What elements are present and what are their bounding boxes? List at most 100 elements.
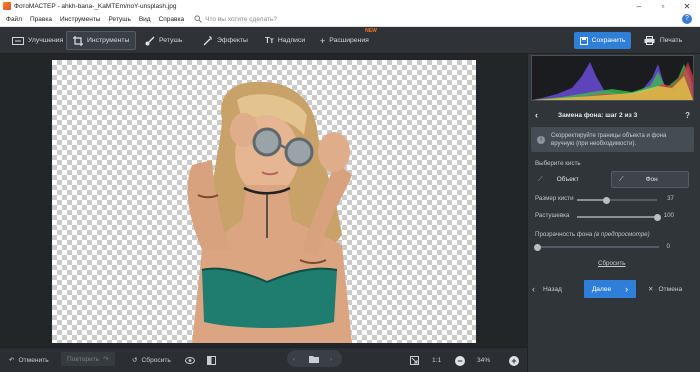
chevron-right-icon: › — [625, 284, 629, 294]
tab-retouch[interactable]: Ретушь — [139, 31, 188, 50]
transparency-label: Прозрачность фона — [535, 231, 593, 238]
menu-file[interactable]: Файл — [6, 16, 22, 23]
brush-icon — [145, 36, 155, 45]
tab-label: Эффекты — [217, 37, 248, 44]
tab-label: Улучшения — [28, 37, 64, 44]
back-chevron-icon[interactable]: ‹ — [535, 110, 538, 120]
feather-value: 100 — [663, 212, 674, 219]
transparency-label-row: Прозрачность фона (в предпросмотре) — [535, 231, 650, 238]
info-box: i Скорректируйте границы объекта и фона … — [531, 127, 694, 152]
feather-fill — [577, 216, 657, 218]
tab-label: Надписи — [277, 37, 306, 44]
tab-enhancements[interactable]: Улучшения — [6, 31, 69, 50]
folder-icon[interactable] — [309, 352, 319, 366]
brush-label: Выберите кисть — [535, 160, 581, 167]
hint-question-icon[interactable]: ? — [685, 111, 690, 120]
reset-button[interactable]: ↺ Сбросить — [132, 353, 171, 367]
text-icon: Tт — [265, 36, 274, 45]
zoom-in-icon[interactable]: + — [509, 356, 519, 366]
print-label: Печать — [659, 37, 683, 44]
brush-minus-icon: ⟋ — [619, 175, 624, 183]
actual-size-button[interactable]: 1:1 — [432, 353, 441, 367]
brush-background-button[interactable]: ⟋ Фон — [611, 171, 689, 188]
feather-label: Растушевка — [535, 212, 570, 219]
step-title: Замена фона: шаг 2 из 3 — [558, 111, 638, 119]
minimize-icon[interactable]: – — [628, 0, 650, 12]
histogram — [531, 55, 694, 101]
cancel-button[interactable]: ✕ Отмена — [648, 282, 682, 296]
next-label: Далее — [591, 285, 612, 293]
search-icon — [194, 15, 202, 23]
reset-link[interactable]: Сбросить — [598, 260, 626, 267]
info-text-line-1: Скорректируйте границы объекта и фона — [551, 132, 667, 139]
chevron-left-icon: ‹ — [532, 284, 535, 294]
printer-icon — [644, 36, 655, 45]
crop-icon — [73, 35, 83, 46]
transparency-slider[interactable] — [533, 243, 659, 251]
save-label: Сохранить — [591, 37, 626, 44]
size-slider[interactable] — [577, 196, 657, 204]
menu-retouch[interactable]: Ретушь — [108, 16, 130, 23]
next-button[interactable]: Далее › — [584, 280, 636, 298]
brush-object-button[interactable]: ⟋ Объект — [533, 171, 610, 188]
tab-label: Расширения — [329, 37, 369, 44]
close-x-icon: ✕ — [648, 286, 654, 293]
undo-icon: ↶ — [9, 357, 15, 364]
menu-bar: Файл Правка Инструменты Ретушь Вид Справ… — [0, 12, 700, 27]
transparency-slider-handle[interactable] — [533, 243, 541, 251]
compare-icon[interactable] — [207, 353, 216, 367]
tab-captions[interactable]: Tт Надписи — [259, 31, 311, 50]
feather-slider[interactable] — [577, 213, 661, 221]
transparency-value: 0 — [666, 243, 670, 250]
maximize-icon[interactable]: ▫ — [652, 0, 674, 12]
print-button[interactable]: Печать — [637, 32, 689, 49]
zoom-out-icon[interactable]: − — [455, 356, 465, 366]
fit-screen-icon[interactable] — [410, 353, 419, 367]
image-canvas[interactable] — [52, 60, 476, 343]
tab-label: Ретушь — [159, 37, 183, 44]
brush-background-label: Фон — [645, 176, 658, 183]
save-button[interactable]: Сохранить — [574, 32, 631, 49]
histogram-graph — [532, 62, 693, 100]
preview-eye-icon[interactable] — [185, 353, 195, 367]
info-icon: i — [537, 135, 545, 144]
cancel-label: Отмена — [658, 285, 683, 293]
menu-help[interactable]: Справка — [159, 16, 185, 23]
undo-button[interactable]: ↶ Отменить — [9, 353, 49, 367]
close-icon[interactable]: ✕ — [676, 0, 698, 12]
prev-image-icon[interactable]: ‹ — [293, 352, 295, 366]
redo-button[interactable]: Повторить ↷ — [61, 352, 115, 366]
search-input[interactable]: Что вы хотите сделать? — [194, 15, 277, 23]
info-text-line-2: вручную (при необходимости). — [551, 140, 637, 147]
magic-wand-icon — [203, 35, 212, 45]
size-value: 37 — [667, 195, 674, 202]
menu-view[interactable]: Вид — [139, 16, 151, 23]
back-label: Назад — [543, 285, 562, 293]
brush-plus-icon: ⟋ — [538, 175, 543, 183]
canvas-area[interactable] — [0, 54, 527, 347]
step-header: ‹ Замена фона: шаг 2 из 3 ? — [527, 106, 700, 124]
reset-label: Сбросить — [141, 356, 171, 364]
reset-icon: ↺ — [132, 357, 138, 364]
redo-label: Повторить — [67, 355, 100, 363]
size-slider-handle[interactable] — [603, 196, 611, 204]
tab-extensions[interactable]: + Расширения NEW — [314, 28, 377, 50]
menu-edit[interactable]: Правка — [30, 16, 52, 23]
plus-icon: + — [320, 35, 326, 46]
tab-tools[interactable]: Инструменты — [66, 31, 137, 50]
app-logo-icon — [3, 2, 11, 10]
next-image-icon[interactable]: › — [330, 352, 332, 366]
menu-tools[interactable]: Инструменты — [60, 16, 101, 23]
size-label: Размер кисти — [535, 195, 574, 202]
back-button[interactable]: ‹ Назад — [532, 282, 562, 296]
brush-object-label: Объект — [556, 176, 579, 183]
undo-label: Отменить — [18, 356, 49, 364]
photo-subject-image — [187, 81, 352, 343]
search-placeholder: Что вы хотите сделать? — [205, 15, 277, 23]
tab-label: Инструменты — [87, 37, 130, 44]
floppy-icon — [579, 36, 588, 45]
help-icon[interactable]: ? — [682, 14, 692, 24]
redo-icon: ↷ — [103, 356, 109, 363]
tab-effects[interactable]: Эффекты — [197, 31, 254, 50]
enhance-icon — [12, 36, 24, 45]
